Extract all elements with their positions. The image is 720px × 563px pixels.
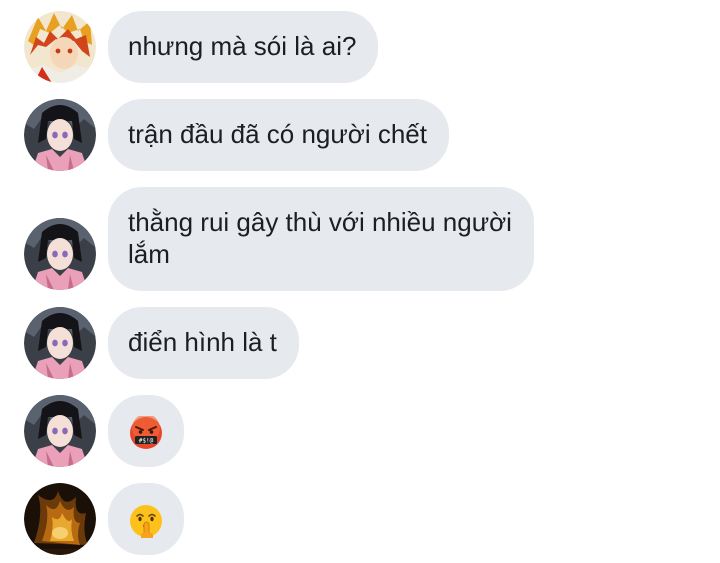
shinobu-avatar[interactable] — [24, 307, 96, 379]
rengoku-avatar[interactable] — [24, 11, 96, 83]
message-text-line: lắm — [128, 239, 170, 269]
message-bubble[interactable]: #$!@ — [108, 395, 184, 467]
svg-text:#$!@: #$!@ — [139, 437, 154, 444]
shinobu-avatar[interactable] — [24, 218, 96, 290]
message-bubble[interactable]: nhưng mà sói là ai? — [108, 11, 379, 83]
shinobu-avatar[interactable] — [24, 99, 96, 171]
cursing-face-emoji: #$!@ — [130, 416, 162, 449]
flame-avatar[interactable] — [24, 483, 96, 555]
message-text-line: thằng rui gây thù với nhiều người — [128, 207, 512, 237]
message-bubble[interactable]: trận đầu đã có người chết — [108, 99, 449, 171]
message-bubble[interactable]: thằng rui gây thù với nhiều người lắm — [108, 187, 534, 291]
message-text: nhưng mà sói là ai? — [128, 31, 357, 61]
message-text: trận đầu đã có người chết — [128, 119, 427, 149]
message-text: điển hình là t — [128, 327, 277, 357]
message-bubble[interactable] — [108, 483, 184, 555]
shinobu-avatar[interactable] — [24, 395, 96, 467]
shushing-face-emoji — [130, 505, 162, 538]
message-bubble[interactable]: điển hình là t — [108, 307, 299, 379]
